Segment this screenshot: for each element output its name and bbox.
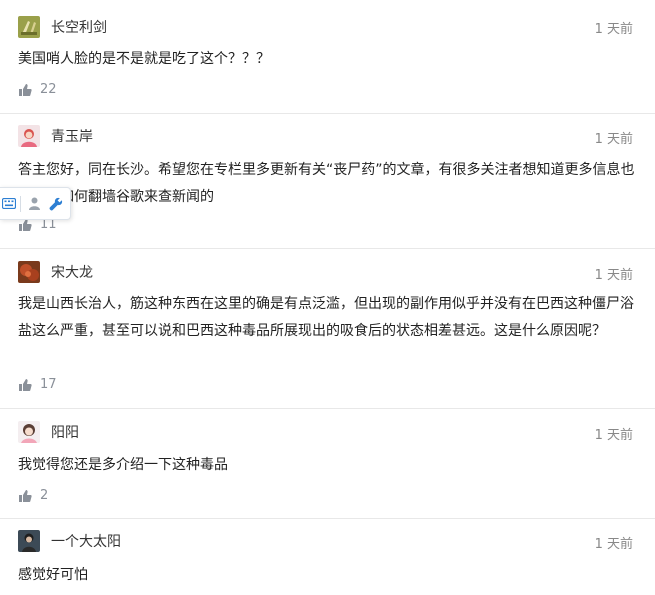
username[interactable]: 青玉岸 (51, 126, 93, 146)
username[interactable]: 阳阳 (51, 422, 79, 442)
avatar[interactable] (18, 261, 40, 283)
thumbs-up-icon (19, 489, 32, 502)
wrench-button[interactable] (45, 188, 67, 219)
avatar[interactable] (18, 16, 40, 38)
comment-header: 宋大龙 (18, 260, 93, 284)
comment-item: 一个大太阳 1 天前 感觉好可怕 (0, 519, 655, 595)
toolbar-divider (20, 195, 21, 212)
avatar[interactable] (18, 125, 40, 147)
thumbs-up-icon (19, 83, 32, 96)
comment-time: 1 天前 (594, 268, 633, 283)
thumbs-up-icon (19, 378, 32, 391)
comment-header: 一个大太阳 (18, 529, 121, 553)
like-button[interactable]: 2 (18, 488, 48, 503)
comment-header: 青玉岸 (18, 124, 93, 148)
person-icon (28, 197, 40, 210)
comment-header: 长空利剑 (18, 15, 107, 39)
like-count: 17 (40, 377, 57, 392)
like-button[interactable]: 22 (18, 82, 57, 97)
comment-text: 我觉得您还是多介绍一下这种毒品 (18, 457, 228, 473)
comment-item: 阳阳 1 天前 我觉得您还是多介绍一下这种毒品 2 (0, 409, 655, 519)
like-count: 2 (40, 488, 49, 503)
keyboard-icon (2, 198, 16, 209)
keyboard-button[interactable] (0, 188, 18, 219)
comment-text: 感觉好可怕 (18, 567, 88, 583)
comment-list: 长空利剑 1 天前 美国哨人脸的是不是就是吃了这个？？？ 22 青玉岸 1 天前… (0, 0, 655, 595)
wrench-icon (49, 197, 63, 210)
username[interactable]: 宋大龙 (51, 262, 93, 282)
comment-time: 1 天前 (594, 537, 633, 552)
avatar[interactable] (18, 421, 40, 443)
comment-text: 我是山西长治人，筋这种东西在这里的确是有点泛滥，但出现的副作用似乎并没有在巴西这… (18, 296, 634, 339)
comment-time: 1 天前 (594, 132, 633, 147)
comment-item: 长空利剑 1 天前 美国哨人脸的是不是就是吃了这个？？？ 22 (0, 0, 655, 114)
comment-text: 美国哨人脸的是不是就是吃了这个？？？ (18, 51, 270, 67)
person-button[interactable] (23, 188, 45, 219)
comment-item: 青玉岸 1 天前 答主您好，同在长沙。希望您在专栏里多更新有关“丧尸药”的文章，… (0, 114, 655, 249)
floating-toolbar (0, 187, 71, 220)
avatar[interactable] (18, 530, 40, 552)
comment-header: 阳阳 (18, 420, 79, 444)
comment-text: 答主您好，同在长沙。希望您在专栏里多更新有关“丧尸药”的文章，有很多关注者想知道… (18, 162, 635, 205)
like-button[interactable]: 17 (18, 377, 57, 392)
like-count: 22 (40, 82, 57, 97)
comment-time: 1 天前 (594, 22, 633, 37)
comment-time: 1 天前 (594, 428, 633, 443)
username[interactable]: 长空利剑 (51, 17, 107, 37)
username[interactable]: 一个大太阳 (51, 531, 121, 551)
comment-item: 宋大龙 1 天前 我是山西长治人，筋这种东西在这里的确是有点泛滥，但出现的副作用… (0, 249, 655, 409)
